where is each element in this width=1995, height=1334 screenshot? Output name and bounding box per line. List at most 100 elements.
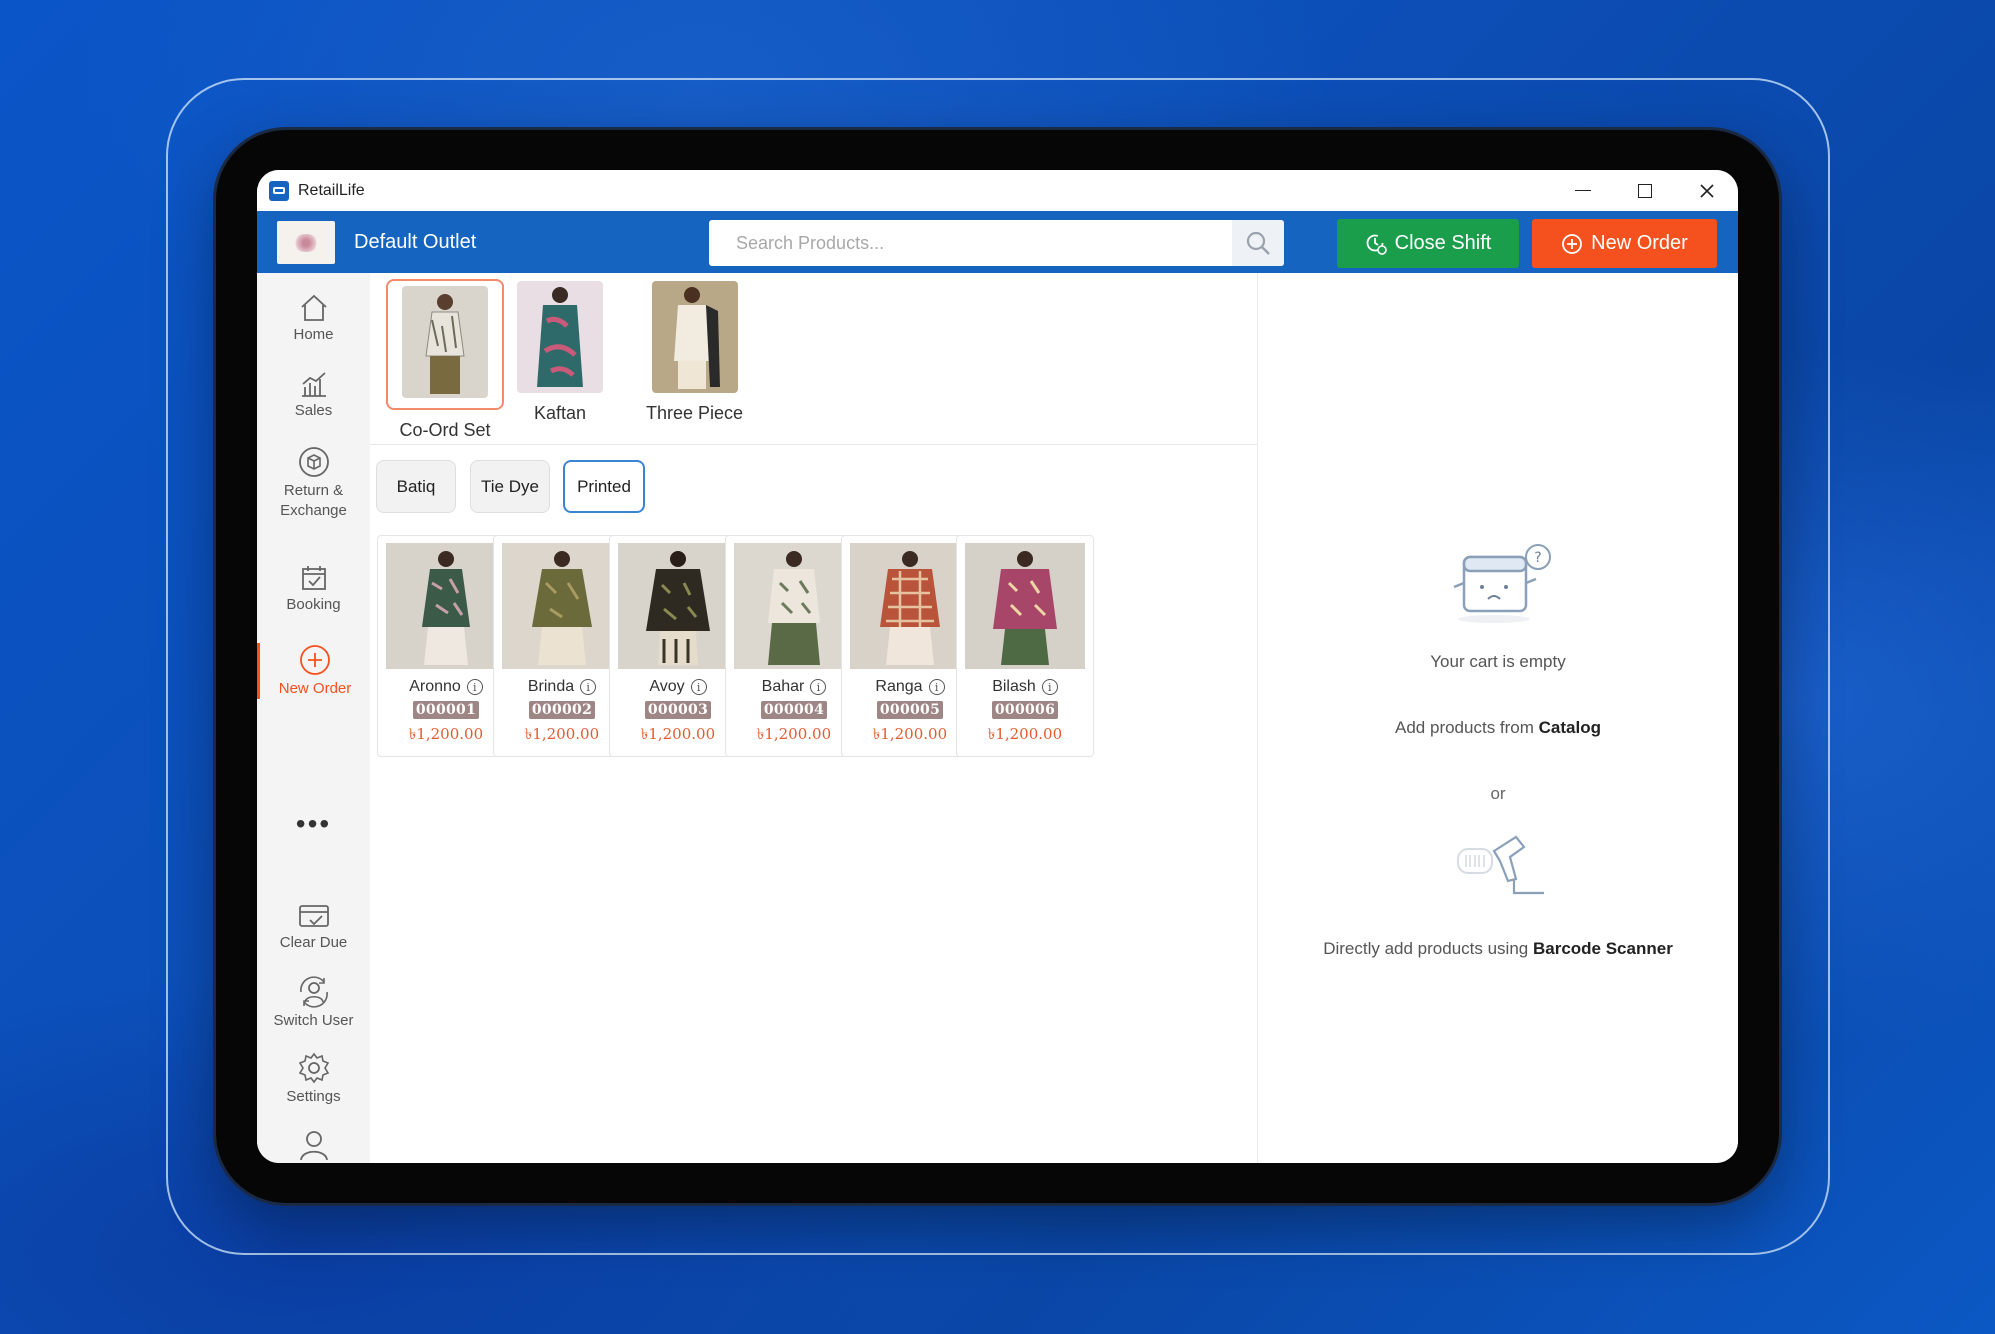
sidebar-item-settings[interactable]: Settings	[257, 1051, 370, 1107]
product-code: 000001	[412, 701, 480, 719]
sidebar-item-label: Booking	[286, 596, 341, 613]
product-name: Ranga	[875, 678, 923, 695]
product-image	[502, 543, 622, 669]
product-name-row: Bahar i	[762, 678, 827, 696]
minimize-icon	[1575, 189, 1591, 192]
barcode-hint-text: Directly add products using	[1323, 939, 1533, 958]
product-name-row: Bilash i	[992, 678, 1058, 696]
sidebar-item-home[interactable]: Home	[257, 293, 370, 345]
sidebar-item-switch-user[interactable]: Switch User	[257, 975, 370, 1031]
close-shift-label: Close Shift	[1394, 232, 1492, 254]
sidebar-item-label: Home	[293, 326, 334, 343]
barcode-scanner-icon	[1457, 835, 1544, 895]
product-price: ৳1,200.00	[408, 725, 484, 743]
category-image-three-piece	[651, 281, 738, 393]
product-image	[618, 543, 738, 669]
maximize-button[interactable]	[1614, 170, 1676, 211]
sidebar-item-booking[interactable]: Booking	[257, 563, 370, 615]
product-image	[965, 543, 1085, 669]
window-controls	[1552, 170, 1738, 211]
product-price: ৳1,200.00	[756, 725, 832, 743]
product-card[interactable]: Bilash i 000006 ৳1,200.00	[956, 535, 1094, 757]
sidebar-item-return-exchange[interactable]: Return & Exchange	[257, 445, 370, 522]
new-order-label: New Order	[1591, 232, 1688, 254]
product-code: 000002	[528, 701, 596, 719]
product-code: 000004	[760, 701, 828, 719]
logo-flower-icon	[293, 233, 319, 252]
subcategory-chip-batiq[interactable]: Batiq	[376, 460, 456, 513]
svg-text:?: ?	[1534, 550, 1541, 566]
plus-circle-icon	[1562, 233, 1583, 254]
sidebar-item-label: Switch User	[273, 1012, 354, 1029]
product-price: ৳1,200.00	[872, 725, 948, 743]
product-name: Bilash	[992, 678, 1036, 695]
sidebar: Home Sales Return & Exchange Booking New…	[257, 273, 370, 1163]
app-window: RetailLife Default Outlet Close Shift Ne…	[257, 170, 1738, 1163]
close-window-button[interactable]	[1676, 170, 1738, 211]
sidebar-item-profile[interactable]	[257, 1129, 370, 1163]
new-order-button[interactable]: New Order	[1532, 219, 1717, 268]
calendar-check-icon	[301, 566, 326, 590]
cart-add-from-catalog: Add products from Catalog	[1258, 718, 1738, 738]
return-exchange-icon	[298, 447, 329, 477]
category-image-kaftan	[517, 281, 603, 393]
card-check-icon	[298, 905, 329, 927]
product-image	[386, 543, 506, 669]
switch-user-icon	[299, 976, 328, 1008]
product-name: Avoy	[649, 678, 685, 695]
info-icon[interactable]: i	[1041, 679, 1058, 695]
search-bar	[709, 220, 1284, 266]
search-button[interactable]	[1232, 220, 1284, 266]
sidebar-item-clear-due[interactable]: Clear Due	[257, 901, 370, 953]
sidebar-item-label: Settings	[286, 1088, 341, 1105]
sales-chart-icon	[301, 372, 326, 397]
top-header: Default Outlet Close Shift New Order	[257, 211, 1738, 273]
category-thumbnail-frame	[386, 279, 504, 410]
sidebar-item-label: Clear Due	[279, 934, 348, 951]
catalog-link[interactable]: Catalog	[1539, 718, 1601, 737]
app-logo-icon	[269, 180, 289, 201]
search-icon	[1246, 231, 1270, 255]
close-shift-button[interactable]: Close Shift	[1337, 219, 1519, 268]
catalog-hint-text: Add products from	[1395, 718, 1539, 737]
outlet-name[interactable]: Default Outlet	[354, 231, 476, 254]
info-icon[interactable]: i	[690, 679, 707, 695]
cart-panel: ? Your cart is empty Add products from C…	[1258, 273, 1738, 1163]
info-icon[interactable]: i	[928, 679, 945, 695]
product-name-row: Ranga i	[875, 678, 945, 696]
info-icon[interactable]: i	[580, 679, 597, 695]
outlet-logo	[277, 221, 335, 264]
close-shift-icon	[1366, 234, 1387, 255]
cart-barcode-hint: Directly add products using Barcode Scan…	[1258, 939, 1738, 959]
title-bar: RetailLife	[257, 170, 1738, 211]
sidebar-item-label: Sales	[294, 402, 333, 419]
info-icon[interactable]: i	[466, 679, 483, 695]
home-icon	[300, 294, 327, 321]
category-label: Co-Ord Set	[399, 420, 491, 440]
category-kaftan[interactable]: Kaftan	[517, 281, 603, 424]
product-price: ৳1,200.00	[987, 725, 1063, 743]
category-label: Kaftan	[533, 403, 587, 423]
search-input[interactable]	[709, 220, 1232, 266]
category-co-ord-set[interactable]: Co-Ord Set	[386, 279, 504, 441]
sidebar-item-label: Return & Exchange	[280, 482, 347, 520]
product-code: 000003	[644, 701, 712, 719]
product-name-row: Aronno i	[409, 678, 483, 696]
info-icon[interactable]: i	[810, 679, 827, 695]
sidebar-item-label: New Order	[278, 680, 352, 697]
barcode-scanner-label: Barcode Scanner	[1532, 939, 1673, 958]
product-name-row: Brinda i	[528, 678, 597, 696]
product-name: Aronno	[409, 678, 461, 695]
sidebar-item-sales[interactable]: Sales	[257, 369, 370, 421]
subcategory-chip-tie-dye[interactable]: Tie Dye	[470, 460, 550, 513]
category-image-co-ord-set	[402, 286, 488, 398]
product-code: 000006	[991, 701, 1059, 719]
category-divider	[370, 444, 1257, 445]
catalog-panel: Co-Ord Set Kaftan Three Piece Batiq Tie …	[370, 273, 1257, 1163]
sidebar-item-new-order[interactable]: New Order	[257, 643, 370, 700]
product-price: ৳1,200.00	[640, 725, 716, 743]
subcategory-chip-printed[interactable]: Printed	[563, 460, 645, 513]
more-menu-button[interactable]: •••	[257, 808, 370, 840]
minimize-button[interactable]	[1552, 170, 1614, 211]
category-three-piece[interactable]: Three Piece	[646, 281, 743, 424]
